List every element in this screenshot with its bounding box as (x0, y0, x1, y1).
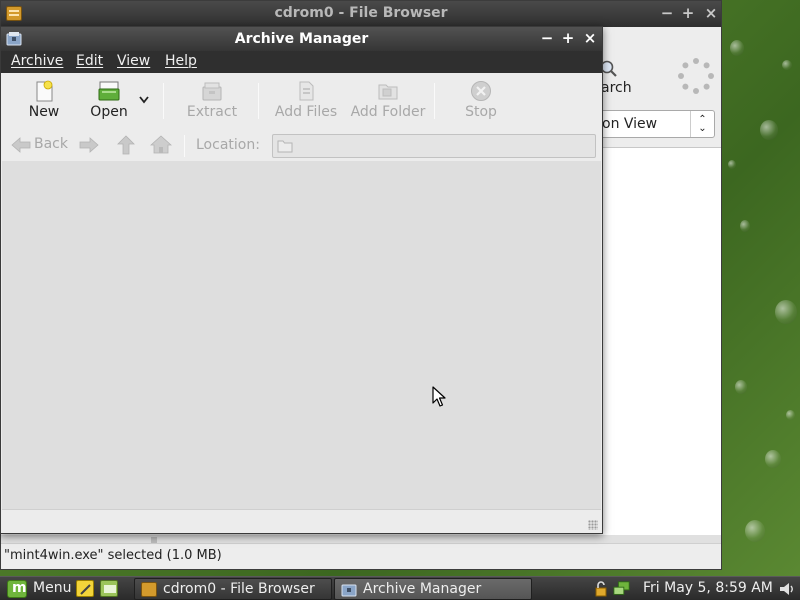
main-toolbar: New Open Extract Add Files Add Folder St… (1, 73, 602, 129)
new-button[interactable]: New (15, 73, 73, 127)
open-button[interactable]: Open (81, 73, 137, 127)
minimize-button[interactable]: − (659, 5, 675, 21)
menu-edit[interactable]: Edit (76, 53, 103, 69)
toolbar-separator (184, 135, 185, 157)
clock: Fri May 5, 8:59 AM (643, 580, 773, 596)
new-archive-icon (36, 80, 53, 102)
menu-label: Menu (33, 580, 72, 596)
open-label: Open (90, 104, 128, 120)
open-archive-icon (98, 81, 120, 101)
up-arrow-icon[interactable] (117, 135, 135, 155)
show-desktop-launcher-icon[interactable] (100, 580, 118, 597)
maximize-button[interactable]: + (680, 5, 696, 21)
task-archive-manager[interactable]: Archive Manager (334, 578, 532, 600)
extract-label: Extract (186, 104, 238, 120)
menubar: Archive Edit View Help (1, 51, 602, 73)
archive-manager-title: Archive Manager (234, 31, 369, 47)
archive-manager-titlebar[interactable]: Archive Manager − + × (1, 27, 602, 51)
archive-content-area[interactable] (2, 161, 601, 509)
close-button[interactable]: × (703, 5, 719, 21)
archive-manager-statusbar (2, 509, 601, 533)
update-manager-lock-icon[interactable] (592, 580, 610, 598)
archive-manager-task-icon (341, 584, 357, 597)
file-browser-title: cdrom0 - File Browser (274, 5, 448, 21)
add-files-icon (299, 81, 314, 101)
add-folder-icon (378, 84, 398, 100)
extract-icon (202, 82, 222, 101)
task-label: Archive Manager (363, 581, 482, 597)
close-button[interactable]: × (582, 30, 598, 47)
archive-manager-window: Archive Manager − + × Archive Edit View … (0, 26, 603, 534)
toolbar-separator (258, 83, 259, 119)
minimize-button[interactable]: − (539, 30, 555, 47)
volume-icon[interactable] (778, 580, 796, 598)
back-button[interactable]: Back (11, 135, 69, 157)
text-editor-launcher-icon[interactable] (76, 580, 94, 597)
file-browser-statusbar: "mint4win.exe" selected (1.0 MB) (1, 543, 721, 569)
back-arrow-icon (11, 137, 31, 153)
file-browser-titlebar[interactable]: cdrom0 - File Browser − + × (1, 1, 721, 27)
add-folder-button[interactable]: Add Folder (349, 73, 427, 127)
file-browser-task-icon (141, 582, 157, 597)
extract-button[interactable]: Extract (179, 73, 245, 127)
forward-arrow-icon[interactable] (79, 137, 99, 153)
folder-icon (277, 140, 293, 153)
mint-menu-icon (7, 580, 27, 598)
back-label: Back (34, 136, 68, 152)
new-label: New (28, 104, 60, 120)
maximize-button[interactable]: + (560, 30, 576, 47)
task-file-browser[interactable]: cdrom0 - File Browser (134, 578, 332, 600)
location-label: Location: (196, 137, 260, 153)
toolbar-separator (434, 83, 435, 119)
open-recent-dropdown-chevron-down-icon[interactable] (138, 95, 150, 105)
taskbar: Menu cdrom0 - File Browser Archive Manag… (0, 576, 800, 600)
loading-spinner-icon (678, 58, 714, 94)
location-input[interactable] (272, 134, 596, 158)
resize-grip-icon[interactable] (588, 520, 598, 530)
search-button-label[interactable]: arch (601, 80, 632, 96)
view-mode-select[interactable]: on View ⌃ ⌄ (597, 110, 715, 138)
status-text: "mint4win.exe" selected (1.0 MB) (4, 548, 222, 563)
menu-help[interactable]: Help (165, 53, 197, 69)
home-icon[interactable] (150, 134, 172, 154)
menu-view[interactable]: View (117, 53, 150, 69)
stop-icon (471, 81, 491, 101)
add-folder-label: Add Folder (350, 104, 426, 120)
toolbar-separator (163, 83, 164, 119)
menu-archive[interactable]: Archive (11, 53, 63, 69)
stop-label: Stop (465, 104, 497, 120)
select-arrows-icon: ⌃ ⌄ (690, 111, 714, 137)
stop-button[interactable]: Stop (453, 73, 509, 127)
network-icon[interactable] (613, 580, 631, 598)
task-label: cdrom0 - File Browser (163, 581, 315, 597)
mouse-pointer-icon (432, 386, 446, 407)
add-files-label: Add Files (274, 104, 338, 120)
add-files-button[interactable]: Add Files (271, 73, 341, 127)
view-mode-value: on View (602, 116, 658, 132)
